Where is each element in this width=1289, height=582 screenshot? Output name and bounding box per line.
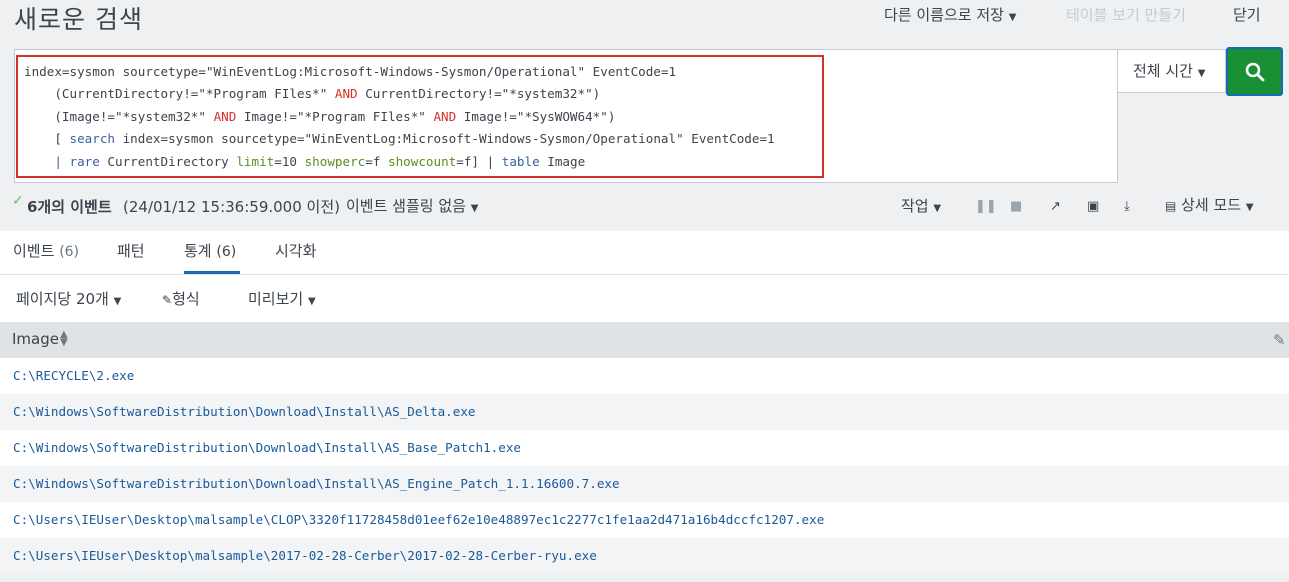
table-row[interactable]: C:\RECYCLE\2.exe <box>0 358 1289 394</box>
table-row[interactable]: C:\Windows\SoftwareDistribution\Download… <box>0 466 1289 502</box>
share-icon[interactable]: ↗ <box>1050 199 1061 214</box>
export-icon[interactable]: ⤓ <box>1124 199 1130 214</box>
caret-down-icon: ▼ <box>113 296 122 307</box>
caret-down-icon: ▼ <box>1197 68 1206 79</box>
event-sampling-dropdown[interactable]: 이벤트 샘플링 없음 ▼ <box>346 195 478 216</box>
time-range-label: 전체 시간 <box>1133 62 1193 80</box>
pause-icon[interactable]: ❚❚ <box>975 199 997 214</box>
query-line: [ search index=sysmon sourcetype="WinEve… <box>24 131 775 147</box>
pencil-icon[interactable]: ✎ <box>1273 331 1286 349</box>
query-line: | rare CurrentDirectory limit=10 showper… <box>24 153 586 169</box>
search-button[interactable] <box>1226 47 1283 96</box>
tab-events[interactable]: 이벤트 (6) <box>13 240 79 274</box>
format-button[interactable]: ✎형식 <box>162 288 200 309</box>
caret-down-icon: ▼ <box>470 203 479 214</box>
table-options-bar: 페이지당 20개 ▼ ✎형식 미리보기 ▼ <box>0 275 1289 322</box>
search-query-input[interactable]: index=sysmon sourcetype="WinEventLog:Mic… <box>16 55 824 178</box>
caret-down-icon: ▼ <box>1245 202 1254 213</box>
make-table-view-button[interactable]: 테이블 보기 만들기 <box>1066 4 1186 25</box>
results-tabs: 이벤트 (6) 패턴 통계 (6) 시각화 <box>0 231 1289 275</box>
stop-icon[interactable]: ■ <box>1010 199 1022 214</box>
query-line: (CurrentDirectory!="*Program FIles*" AND… <box>24 86 601 102</box>
table-row[interactable]: C:\Users\IEUser\Desktop\malsample\CLOP\3… <box>0 502 1289 538</box>
save-as-dropdown[interactable]: 다른 이름으로 저장 ▼ <box>884 4 1016 25</box>
tab-patterns[interactable]: 패턴 <box>117 240 145 274</box>
event-count: 6개의 이벤트 <box>27 198 112 216</box>
caret-down-icon: ▼ <box>1008 12 1017 23</box>
results-table-body: C:\RECYCLE\2.exe C:\Windows\SoftwareDist… <box>0 358 1289 574</box>
table-row[interactable]: C:\Windows\SoftwareDistribution\Download… <box>0 394 1289 430</box>
table-row[interactable]: C:\Users\IEUser\Desktop\malsample\2017-0… <box>0 538 1289 574</box>
search-mode-dropdown[interactable]: ▤ 상세 모드 ▼ <box>1165 194 1254 215</box>
page-title: 새로운 검색 <box>14 5 143 34</box>
document-icon: ▤ <box>1165 199 1177 213</box>
tab-visualization[interactable]: 시각화 <box>275 240 316 274</box>
sort-icon[interactable]: ▲ ▼ <box>60 330 68 348</box>
preview-dropdown[interactable]: 미리보기 ▼ <box>248 288 316 309</box>
save-as-label: 다른 이름으로 저장 <box>884 6 1004 24</box>
event-time-range: (24/01/12 15:36:59.000 이전) <box>123 198 340 216</box>
column-header-image[interactable]: Image <box>12 330 59 348</box>
close-button[interactable]: 닫기 <box>1233 4 1261 25</box>
search-icon <box>1245 62 1264 81</box>
per-page-dropdown[interactable]: 페이지당 20개 ▼ <box>16 288 121 309</box>
query-line: (Image!="*system32*" AND Image!="*Progra… <box>24 108 616 124</box>
time-range-picker[interactable]: 전체 시간 ▼ <box>1118 49 1226 93</box>
caret-down-icon: ▼ <box>933 203 942 214</box>
table-header: Image ▲ ▼ ✎ <box>0 322 1289 358</box>
job-status-bar: ✓ 6개의 이벤트 (24/01/12 15:36:59.000 이전) 이벤트… <box>0 190 1289 222</box>
table-row[interactable]: C:\Windows\SoftwareDistribution\Download… <box>0 430 1289 466</box>
pencil-icon: ✎ <box>162 293 173 307</box>
print-icon[interactable]: ▣ <box>1087 199 1099 214</box>
tab-statistics[interactable]: 통계 (6) <box>184 240 240 274</box>
check-icon: ✓ <box>12 193 24 209</box>
query-line: index=sysmon sourcetype="WinEventLog:Mic… <box>24 64 677 79</box>
job-menu-dropdown[interactable]: 작업 ▼ <box>901 195 941 216</box>
caret-down-icon: ▼ <box>307 296 316 307</box>
